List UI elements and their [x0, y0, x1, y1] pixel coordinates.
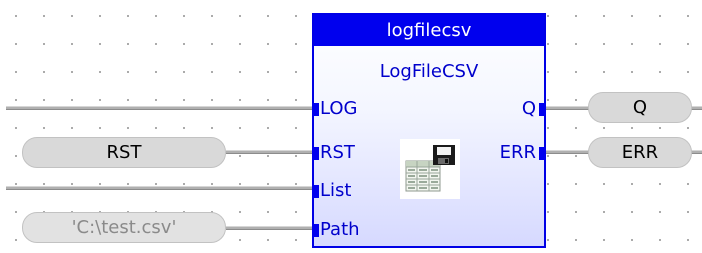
wire-rst — [226, 150, 312, 154]
pin-rst[interactable]: RST — [320, 143, 355, 163]
wire-err — [546, 150, 590, 154]
pin-log[interactable]: LOG — [320, 99, 358, 119]
block-type-name: LogFileCSV — [379, 61, 479, 82]
pin-marker-list[interactable] — [312, 185, 319, 198]
pin-marker-log[interactable] — [312, 103, 319, 116]
variable-q[interactable]: Q — [588, 92, 692, 123]
pin-marker-rst[interactable] — [312, 147, 319, 160]
pin-list[interactable]: List — [320, 181, 351, 201]
pin-path[interactable]: Path — [320, 220, 360, 240]
block-instance-name: logfilecsv — [314, 15, 544, 46]
variable-err[interactable]: ERR — [588, 137, 692, 168]
variable-rst[interactable]: RST — [22, 137, 226, 168]
pin-marker-err[interactable] — [539, 147, 546, 160]
function-block[interactable]: logfilecsv LogFileCSV LOG RST List Path … — [312, 13, 546, 248]
floppy-disk-table-icon — [400, 139, 460, 199]
pin-err[interactable]: ERR — [500, 143, 536, 163]
pin-marker-q[interactable] — [539, 103, 546, 116]
wire-path — [226, 226, 312, 230]
wire-log — [6, 106, 312, 110]
wire-q — [546, 106, 590, 110]
variable-path[interactable]: 'C:\test.csv' — [22, 212, 226, 243]
pin-q[interactable]: Q — [522, 99, 536, 119]
wire-list — [6, 186, 312, 190]
pin-marker-path[interactable] — [312, 224, 319, 237]
